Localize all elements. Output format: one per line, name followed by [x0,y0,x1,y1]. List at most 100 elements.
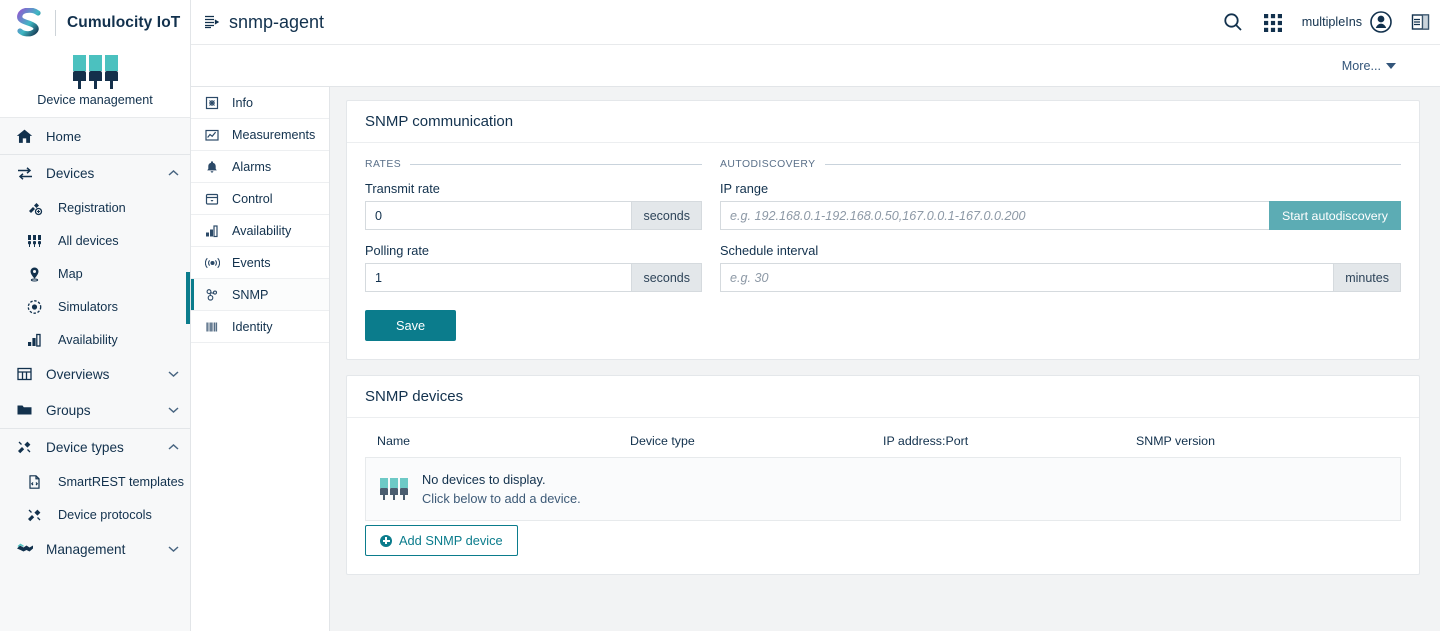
tab-alarms[interactable]: Alarms [191,151,329,183]
sidebar-item-smartrest-templates[interactable]: SmartREST templates [0,465,190,498]
sidebar-group-label: Device types [46,439,124,455]
sidebar: Cumulocity IoT Device management Home De… [0,0,191,631]
column-header-ip-address-port: IP address:Port [883,434,969,448]
home-icon [16,128,40,145]
page-title: snmp-agent [203,12,324,33]
schedule-interval-input[interactable] [720,263,1334,292]
sidebar-group-management[interactable]: Management [0,531,190,567]
polling-rate-unit: seconds [631,263,702,292]
application-title: Device management [37,93,153,107]
ip-range-input-group: Start autodiscovery [720,201,1401,230]
column-header-snmp-version: SNMP version [1136,434,1215,448]
tab-info[interactable]: Info [191,87,329,119]
transmit-rate-unit: seconds [631,201,702,230]
tab-control[interactable]: Control [191,183,329,215]
chevron-up-icon[interactable] [168,443,190,451]
tab-identity[interactable]: Identity [191,311,329,343]
events-icon [205,256,225,270]
more-button[interactable]: More... [1342,59,1396,73]
sidebar-item-label: Home [46,128,82,144]
sidebar-item-home[interactable]: Home [0,118,190,154]
transmit-rate-field: Transmit rate seconds [365,181,702,230]
sidebar-item-registration[interactable]: Registration [0,191,190,224]
sidebar-group-device-types[interactable]: Device types [0,429,190,465]
registration-icon [26,200,50,216]
brand-header[interactable]: Cumulocity IoT [0,0,190,45]
plus-circle-icon [380,534,392,547]
collapse-panel-icon[interactable] [1411,13,1430,31]
chevron-down-icon[interactable] [168,545,190,553]
tab-measurements[interactable]: Measurements [191,119,329,151]
device-protocols-icon [26,507,50,523]
chevron-down-icon [1386,62,1396,69]
start-autodiscovery-button[interactable]: Start autodiscovery [1268,201,1401,230]
page-title-text: snmp-agent [229,11,325,32]
tab-label: Identity [232,319,273,334]
save-button[interactable]: Save [365,310,457,341]
chevron-down-icon[interactable] [168,370,190,378]
main-content: SNMP communication RATES Transmit rate 0… [330,87,1440,631]
column-header-name: Name [377,434,411,448]
rates-legend: RATES [365,159,702,170]
transmit-rate-input[interactable] [365,201,632,230]
chevron-up-icon[interactable] [168,169,190,177]
chevron-down-icon[interactable] [168,406,190,414]
sidebar-item-availability[interactable]: Availability [0,323,190,356]
polling-rate-input[interactable] [365,263,632,292]
sidebar-item-label: Registration [58,200,126,215]
sidebar-item-label: All devices [58,233,119,248]
tab-label: Availability [232,223,292,238]
polling-rate-field: Polling rate seconds [365,243,702,292]
app-switcher-icon[interactable] [1262,11,1284,33]
devices-empty-state: No devices to display. Click below to ad… [365,457,1401,521]
tab-events[interactable]: Events [191,247,329,279]
sidebar-group-overviews[interactable]: Overviews [0,356,190,392]
sidebar-group-label: Management [46,541,126,557]
sidebar-group-devices[interactable]: Devices [0,155,190,191]
tab-label: SNMP [232,287,269,302]
rates-legend-label: RATES [365,159,402,170]
sidebar-item-device-protocols[interactable]: Device protocols [0,498,190,531]
ip-range-input[interactable] [720,201,1269,230]
empty-hint: Click below to add a device. [422,491,581,506]
folder-icon [16,402,40,418]
overviews-icon [16,366,40,382]
devices-icon [16,165,40,182]
tab-availability[interactable]: Availability [191,215,329,247]
empty-title: No devices to display. [422,472,546,487]
device-management-icon [0,51,190,89]
file-code-icon [26,474,50,490]
all-devices-icon [26,233,50,249]
sidebar-item-all-devices[interactable]: All devices [0,224,190,257]
content-row: Info Measurements Alarms Control Availab… [191,87,1440,631]
rates-column: RATES Transmit rate seconds [365,159,702,305]
transmit-rate-label: Transmit rate [365,181,440,196]
autodiscovery-legend: AUTODISCOVERY [720,159,1401,170]
search-icon[interactable] [1222,11,1244,33]
schedule-interval-label: Schedule interval [720,243,819,258]
subbar: More... [191,45,1440,87]
devices-empty-text: No devices to display. Click below to ad… [422,472,581,506]
form-grid: RATES Transmit rate seconds [365,159,1401,305]
ip-range-field: IP range Start autodiscovery [720,181,1401,230]
device-types-icon [16,439,40,455]
simulators-icon [26,299,50,315]
user-menu[interactable]: multipleIns [1302,10,1393,34]
sidebar-item-simulators[interactable]: Simulators [0,290,190,323]
application-block: Device management [0,45,190,118]
brand-name: Cumulocity IoT [67,13,181,31]
topbar-actions: multipleIns [1222,10,1430,34]
sidebar-group-groups[interactable]: Groups [0,392,190,428]
management-icon [16,541,40,557]
app-root: Cumulocity IoT Device management Home De… [0,0,1440,631]
alarms-bell-icon [205,160,225,174]
sidebar-item-label: SmartREST templates [58,474,184,489]
column-header-device-type: Device type [630,434,695,448]
identity-barcode-icon [205,320,225,334]
tab-snmp[interactable]: SNMP [191,279,329,311]
sidebar-item-label: Device protocols [58,507,152,522]
add-snmp-device-button[interactable]: Add SNMP device [365,525,518,556]
sidebar-item-map[interactable]: Map [0,257,190,290]
sidebar-item-label: Simulators [58,299,118,314]
tab-list: Info Measurements Alarms Control Availab… [191,87,330,631]
